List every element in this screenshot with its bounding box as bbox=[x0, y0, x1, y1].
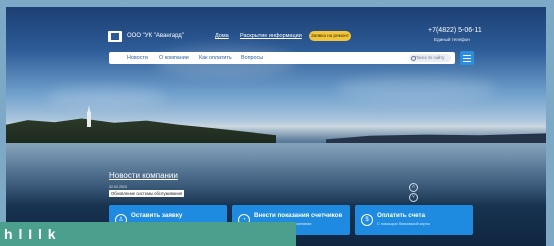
hamburger-icon[interactable] bbox=[460, 51, 474, 65]
overlay-text: h l I l k bbox=[4, 226, 57, 242]
nav-link-disclosure[interactable]: Раскрытие информации bbox=[240, 33, 302, 39]
menu-item-about[interactable]: О компании bbox=[159, 55, 189, 61]
shoreline-right bbox=[326, 133, 546, 143]
news-section-title[interactable]: Новости компании bbox=[109, 171, 178, 180]
search-icon bbox=[411, 56, 416, 61]
menu-item-news[interactable]: Новости bbox=[127, 55, 148, 61]
search-input[interactable]: Поиск по сайту bbox=[409, 54, 451, 62]
hamburger-line bbox=[463, 55, 471, 56]
main-menu: Новости О компании Как оплатить Вопросы … bbox=[109, 52, 455, 64]
shoreline-left bbox=[6, 118, 276, 143]
card-title: Оставить заявку bbox=[131, 212, 183, 219]
hamburger-line bbox=[463, 61, 471, 62]
outer-frame: ООО "УК "Авангард" Дома Раскрытие информ… bbox=[0, 0, 554, 246]
cloud bbox=[336, 77, 496, 101]
phone-caption: Единый телефон bbox=[434, 37, 470, 42]
building-icon[interactable] bbox=[108, 31, 122, 42]
wallet-icon: $ bbox=[361, 214, 373, 226]
card-title: Оплатить счета bbox=[377, 212, 426, 219]
card-subtitle: С помощью банковской карты bbox=[377, 222, 431, 226]
website-screenshot: ООО "УК "Авангард" Дома Раскрытие информ… bbox=[6, 7, 546, 246]
menu-item-questions[interactable]: Вопросы bbox=[241, 55, 263, 61]
card-pay-bills[interactable]: $ Оплатить счета С помощью банковской ка… bbox=[355, 205, 473, 235]
overlay-banner: h l I l k bbox=[0, 222, 296, 246]
search-placeholder: Поиск по сайту bbox=[415, 55, 445, 60]
card-title: Внести показания счетчиков bbox=[254, 212, 343, 219]
news-headline[interactable]: Обновление системы обслуживания bbox=[109, 190, 185, 197]
chevron-up-icon[interactable]: ˄ bbox=[409, 183, 418, 192]
nav-link-houses[interactable]: Дома bbox=[215, 33, 229, 39]
repair-request-button[interactable]: Заявка на ремонт bbox=[309, 31, 351, 41]
menu-item-how-to-pay[interactable]: Как оплатить bbox=[199, 55, 232, 61]
cloud bbox=[46, 87, 166, 107]
chevron-down-icon[interactable]: ˅ bbox=[409, 193, 418, 202]
company-name[interactable]: ООО "УК "Авангард" bbox=[127, 33, 184, 39]
phone-number[interactable]: +7(4822) 5-06-11 bbox=[428, 27, 482, 34]
news-date: 02.02.2024 bbox=[109, 185, 127, 189]
hamburger-line bbox=[463, 58, 471, 59]
site-header: ООО "УК "Авангард" Дома Раскрытие информ… bbox=[6, 7, 546, 77]
